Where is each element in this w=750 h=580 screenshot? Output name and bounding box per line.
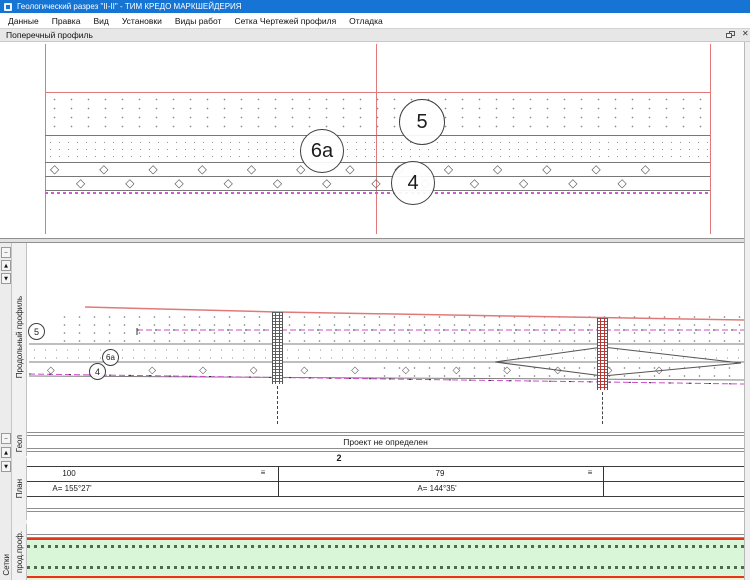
longprofile-scroll-up-button[interactable]: ▲ (1, 260, 11, 271)
right-edge-strip (744, 42, 750, 580)
grid-border (27, 508, 744, 509)
plan-distance-0: 100 (29, 469, 109, 478)
layer-callout-4: 4 (391, 161, 435, 205)
diamond-texture-row: ◇◇◇◇◇◇◇◇◇◇◇◇◇ (47, 364, 744, 377)
profile-green-band (27, 540, 744, 576)
grid-border (27, 435, 744, 436)
menu-item-vidy-rabot[interactable]: Виды работ (175, 16, 222, 26)
picket-marker: ≡ (585, 468, 595, 477)
app-icon (4, 3, 12, 11)
plan-azimuth-1: A= 144°35' (387, 484, 487, 493)
menu-item-vid[interactable]: Вид (93, 16, 108, 26)
layer-callout-6a: 6а (300, 129, 344, 173)
menu-item-ustanovki[interactable]: Установки (122, 16, 162, 26)
plan-distance-1: 79 (400, 469, 480, 478)
surface-line (85, 307, 744, 320)
longitudinal-profile-canvas[interactable]: ◇◇◇◇◇◇◇◇◇◇◇◇◇ 5 6а 4 (27, 243, 744, 431)
geology-dots-texture (46, 139, 710, 161)
grid-border (27, 432, 744, 433)
plan-column-divider (278, 466, 279, 496)
cross-section-canvas[interactable]: ◇◇◇◇◇◇◇◇◇◇◇◇◇ ◇◇◇◇◇◇◇◇◇◇◇◇ 5 6а 4 (0, 42, 750, 238)
menu-item-pravka[interactable]: Правка (52, 16, 81, 26)
tab-prod-prof[interactable]: прод.проф. (12, 524, 27, 580)
layer-callout-4: 4 (89, 363, 106, 380)
geology-dots-texture (46, 95, 710, 134)
longprofile-scroll-strip: − ▲ ▼ (0, 243, 12, 431)
layer-boundary-line (45, 135, 710, 136)
title-bar: Геологический разрез "II-II" - ТИМ КРЕДО… (0, 0, 750, 13)
float-panel-icon[interactable] (726, 31, 735, 39)
borehole-axis-line (602, 392, 603, 424)
water-level-line (45, 192, 710, 194)
cross-section-caption: Поперечный профиль (0, 28, 750, 42)
borehole-axis-line (277, 386, 278, 424)
grid-border (27, 511, 744, 512)
tab-setki[interactable]: Сетки (0, 554, 12, 576)
grid-line (27, 496, 744, 497)
geology-status-text: Проект не определен (27, 437, 744, 447)
grid-border (27, 451, 744, 452)
grids-collapse-button[interactable]: − (1, 433, 11, 444)
menu-bar: Данные Правка Вид Установки Виды работ С… (0, 13, 750, 28)
diamond-texture-row: ◇◇◇◇◇◇◇◇◇◇◇◇◇ (50, 162, 710, 176)
longitudinal-profile-drawing (27, 243, 744, 431)
longprofile-scroll-down-button[interactable]: ▼ (1, 273, 11, 284)
menu-item-otladka[interactable]: Отладка (349, 16, 383, 26)
grids-scroll-down-button[interactable]: ▼ (1, 461, 11, 472)
plan-column-divider (603, 466, 604, 496)
grid-border (27, 448, 744, 449)
layer-callout-6a: 6а (102, 349, 119, 366)
layer-boundary-line (45, 190, 710, 191)
plan-azimuth-0: A= 155°27' (22, 484, 122, 493)
cross-section-caption-label: Поперечный профиль (6, 30, 93, 40)
layer-callout-5: 5 (28, 323, 45, 340)
profile-dashed-line (27, 566, 744, 569)
window-title: Геологический разрез "II-II" - ТИМ КРЕДО… (17, 0, 242, 13)
grids-scroll-strip: − ▲ ▼ Сетки (0, 431, 12, 580)
grid-line (27, 481, 744, 482)
grid-line (27, 466, 744, 467)
layer-callout-5: 5 (399, 99, 445, 145)
tab-geology[interactable]: Геол (12, 431, 27, 456)
tab-longitudinal-profile[interactable]: Продольный профиль (12, 243, 27, 431)
borehole-column (272, 312, 283, 384)
profile-dashed-line (27, 545, 744, 548)
picket-marker: ≡ (258, 468, 268, 477)
longprofile-collapse-button[interactable]: − (1, 247, 11, 258)
grids-scroll-up-button[interactable]: ▲ (1, 447, 11, 458)
plan-km-number: 2 (299, 453, 379, 463)
surface-line (45, 92, 710, 93)
borehole-column (597, 318, 608, 390)
application-window: Геологический разрез "II-II" - ТИМ КРЕДО… (0, 0, 750, 580)
section-frame-line (710, 44, 711, 234)
menu-item-setka-chertezhey[interactable]: Сетка Чертежей профиля (234, 16, 336, 26)
menu-item-dannye[interactable]: Данные (8, 16, 39, 26)
close-panel-icon[interactable]: ✕ (742, 29, 749, 38)
grid-border (27, 534, 744, 535)
